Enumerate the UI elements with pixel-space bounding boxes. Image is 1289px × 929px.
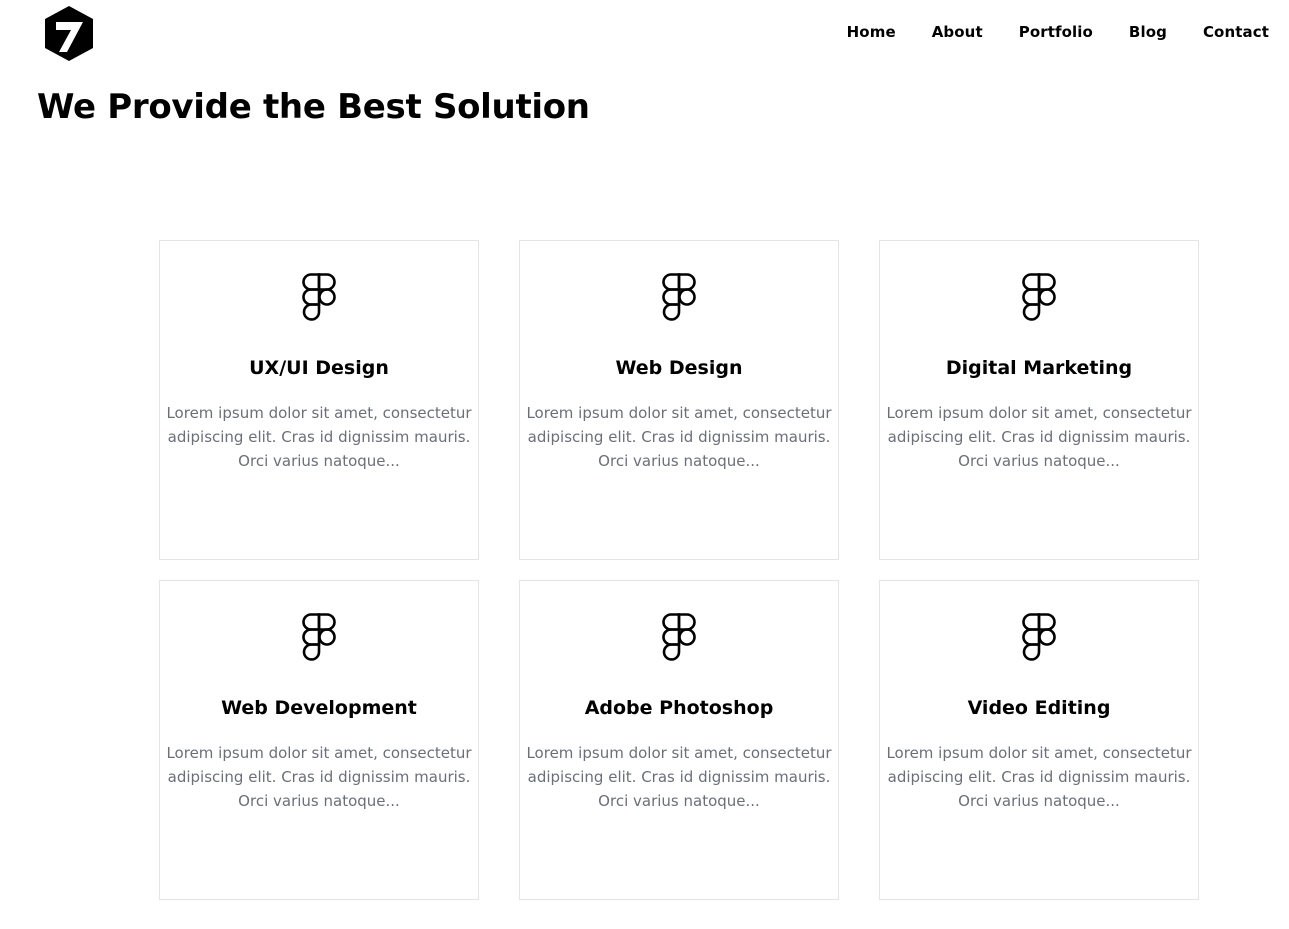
- service-title: UX/UI Design: [249, 357, 389, 379]
- service-card-video-editing[interactable]: Video Editing Lorem ipsum dolor sit amet…: [879, 580, 1199, 900]
- service-card-web-development[interactable]: Web Development Lorem ipsum dolor sit am…: [159, 580, 479, 900]
- figma-icon: [302, 273, 336, 321]
- services-grid: UX/UI Design Lorem ipsum dolor sit amet,…: [159, 240, 1199, 900]
- service-title: Web Design: [615, 357, 743, 379]
- service-description: Lorem ipsum dolor sit amet, consectetur …: [886, 404, 1192, 470]
- nav-portfolio[interactable]: Portfolio: [1019, 22, 1093, 42]
- service-card-ux-ui-design[interactable]: UX/UI Design Lorem ipsum dolor sit amet,…: [159, 240, 479, 560]
- service-card-adobe-photoshop[interactable]: Adobe Photoshop Lorem ipsum dolor sit am…: [519, 580, 839, 900]
- page-title: We Provide the Best Solution: [37, 87, 590, 127]
- service-title: Adobe Photoshop: [584, 697, 774, 719]
- hexagon-seven-logo-icon[interactable]: [43, 5, 95, 62]
- service-card-web-design[interactable]: Web Design Lorem ipsum dolor sit amet, c…: [519, 240, 839, 560]
- figma-icon: [662, 273, 696, 321]
- main-nav: Home About Portfolio Blog Contact: [847, 22, 1269, 42]
- service-title: Digital Marketing: [945, 357, 1133, 379]
- nav-blog[interactable]: Blog: [1129, 22, 1167, 42]
- service-title: Web Development: [221, 697, 417, 719]
- page: Home About Portfolio Blog Contact We Pro…: [0, 0, 1289, 929]
- service-description: Lorem ipsum dolor sit amet, consectetur …: [526, 744, 832, 810]
- figma-icon: [662, 613, 696, 661]
- nav-about[interactable]: About: [932, 22, 983, 42]
- figma-icon: [1022, 613, 1056, 661]
- service-description: Lorem ipsum dolor sit amet, consectetur …: [166, 404, 472, 470]
- nav-contact[interactable]: Contact: [1203, 22, 1269, 42]
- nav-home[interactable]: Home: [847, 22, 896, 42]
- service-title: Video Editing: [967, 697, 1111, 719]
- service-description: Lorem ipsum dolor sit amet, consectetur …: [166, 744, 472, 810]
- service-card-digital-marketing[interactable]: Digital Marketing Lorem ipsum dolor sit …: [879, 240, 1199, 560]
- figma-icon: [1022, 273, 1056, 321]
- service-description: Lorem ipsum dolor sit amet, consectetur …: [886, 744, 1192, 810]
- figma-icon: [302, 613, 336, 661]
- service-description: Lorem ipsum dolor sit amet, consectetur …: [526, 404, 832, 470]
